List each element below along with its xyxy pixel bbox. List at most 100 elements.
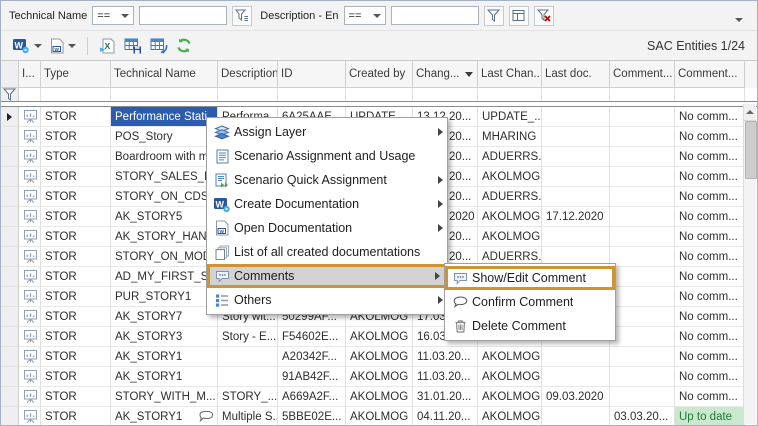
cell-technical-name[interactable]: AK_STORY5 bbox=[111, 207, 218, 227]
filter-cell-id[interactable] bbox=[278, 88, 346, 101]
cell-comment-date[interactable] bbox=[610, 227, 675, 247]
cell-icon[interactable] bbox=[19, 187, 41, 207]
cell-type[interactable]: STOR bbox=[41, 407, 111, 426]
menu-item-open-documentation[interactable]: wOpen Documentation bbox=[207, 216, 447, 240]
operator-select-description[interactable]: == bbox=[344, 6, 386, 25]
word-create-button[interactable]: W bbox=[9, 34, 45, 58]
cell-last-changed-by[interactable]: MHARING bbox=[478, 127, 542, 147]
row-indicator-cell[interactable] bbox=[1, 287, 19, 307]
word-open-button[interactable]: w bbox=[47, 34, 79, 58]
cell-type[interactable]: STOR bbox=[41, 387, 111, 407]
cell-comment-date[interactable] bbox=[610, 187, 675, 207]
cell-comment-status[interactable]: Up to date bbox=[675, 407, 745, 426]
menu-item-scenario-assignment-and-usage[interactable]: Scenario Assignment and Usage bbox=[207, 144, 447, 168]
cell-comment-status[interactable]: No comm... bbox=[675, 347, 745, 367]
cell-last-doc[interactable] bbox=[542, 187, 610, 207]
cell-technical-name[interactable]: Boardroom with m... bbox=[111, 147, 218, 167]
column-header-changed-on[interactable]: Chang... bbox=[413, 61, 478, 88]
apply-filter-button[interactable] bbox=[484, 6, 504, 26]
menu-item-delete-comment[interactable]: Delete Comment bbox=[445, 314, 615, 338]
cell-technical-name[interactable]: STORY_ON_MOD... bbox=[111, 247, 218, 267]
cell-last-changed-by[interactable]: ADUERRS... bbox=[478, 187, 542, 207]
cell-comment-date[interactable]: 03.03.20... bbox=[610, 407, 675, 426]
cell-changed-on[interactable]: 11.03.20... bbox=[413, 367, 478, 387]
cell-comment-status[interactable]: No comm... bbox=[675, 287, 745, 307]
cell-technical-name[interactable]: AK_STORY3 bbox=[111, 327, 218, 347]
cell-icon[interactable] bbox=[19, 247, 41, 267]
cell-last-changed-by[interactable]: AKOLMOG bbox=[478, 387, 542, 407]
cell-type[interactable]: STOR bbox=[41, 367, 111, 387]
cell-comment-status[interactable]: No comm... bbox=[675, 127, 745, 147]
cell-last-changed-by[interactable]: AKOLMOG bbox=[478, 347, 542, 367]
column-header-last-doc[interactable]: Last doc. bbox=[542, 61, 610, 88]
dropdown-arrow-icon[interactable] bbox=[68, 44, 76, 48]
column-header-technical-name[interactable]: Technical Name bbox=[111, 61, 218, 88]
cell-last-doc[interactable] bbox=[542, 367, 610, 387]
cell-description[interactable] bbox=[218, 367, 278, 387]
cell-technical-name[interactable]: AK_STORY1 bbox=[111, 347, 218, 367]
cell-comment-status[interactable]: No comm... bbox=[675, 247, 745, 267]
clear-filter-button[interactable] bbox=[534, 6, 554, 26]
cell-technical-name[interactable]: STORY_WITH_M... bbox=[111, 387, 218, 407]
filter-conditions-button[interactable] bbox=[232, 6, 252, 26]
row-indicator-cell[interactable] bbox=[1, 407, 19, 426]
cell-comment-date[interactable] bbox=[610, 247, 675, 267]
cell-id[interactable]: 5BBE02E... bbox=[278, 407, 346, 426]
cell-icon[interactable] bbox=[19, 147, 41, 167]
menu-item-show-edit-comment[interactable]: Show/Edit Comment bbox=[445, 266, 615, 290]
cell-comment-status[interactable]: No comm... bbox=[675, 187, 745, 207]
cell-comment-date[interactable] bbox=[610, 147, 675, 167]
cell-comment-date[interactable] bbox=[610, 287, 675, 307]
cell-last-doc[interactable] bbox=[542, 127, 610, 147]
cell-comment-status[interactable]: No comm... bbox=[675, 167, 745, 187]
cell-type[interactable]: STOR bbox=[41, 347, 111, 367]
cell-last-doc[interactable] bbox=[542, 407, 610, 426]
cell-comment-status[interactable]: No comm... bbox=[675, 207, 745, 227]
cell-technical-name[interactable]: STORY_SALES_R... bbox=[111, 167, 218, 187]
cell-id[interactable]: F54602E... bbox=[278, 327, 346, 347]
cell-type[interactable]: STOR bbox=[41, 187, 111, 207]
column-header-last-changed-by[interactable]: Last Chan... bbox=[478, 61, 542, 88]
cell-comment-status[interactable]: No comm... bbox=[675, 387, 745, 407]
cell-icon[interactable] bbox=[19, 107, 41, 127]
filter-cell-comment-status[interactable] bbox=[675, 88, 745, 101]
cell-comment-date[interactable] bbox=[610, 167, 675, 187]
filter-cell-icon[interactable] bbox=[19, 88, 41, 101]
filter-cell-last-doc[interactable] bbox=[542, 88, 610, 101]
cell-icon[interactable] bbox=[19, 307, 41, 327]
cell-last-changed-by[interactable]: AKOLMOG bbox=[478, 167, 542, 187]
cell-id[interactable]: 91AB42F... bbox=[278, 367, 346, 387]
cell-comment-status[interactable]: No comm... bbox=[675, 327, 745, 347]
column-header-comment-status[interactable]: Comment... bbox=[675, 61, 745, 88]
dropdown-arrow-icon[interactable] bbox=[34, 44, 42, 48]
table-load-button[interactable] bbox=[147, 34, 171, 58]
cell-last-changed-by[interactable]: AKOLMOG bbox=[478, 367, 542, 387]
cell-comment-status[interactable]: No comm... bbox=[675, 147, 745, 167]
cell-last-changed-by[interactable]: ADUERRS... bbox=[478, 147, 542, 167]
cell-technical-name[interactable]: STORY_ON_CDS bbox=[111, 187, 218, 207]
cell-comment-date[interactable] bbox=[610, 387, 675, 407]
cell-comment-status[interactable]: No comm... bbox=[675, 107, 745, 127]
cell-icon[interactable] bbox=[19, 267, 41, 287]
cell-comment-status[interactable]: No comm... bbox=[675, 367, 745, 387]
cell-created-by[interactable]: AKOLMOG bbox=[346, 387, 413, 407]
column-header-type[interactable]: Type bbox=[41, 61, 111, 88]
row-indicator-cell[interactable] bbox=[1, 367, 19, 387]
row-indicator-header[interactable] bbox=[1, 61, 19, 88]
cell-comment-date[interactable] bbox=[610, 307, 675, 327]
filter-cell-comment-date[interactable] bbox=[610, 88, 675, 101]
cell-type[interactable]: STOR bbox=[41, 267, 111, 287]
filter-cell-technical-name[interactable] bbox=[111, 88, 218, 101]
menu-item-confirm-comment[interactable]: Confirm Comment bbox=[445, 290, 615, 314]
operator-select-technical-name[interactable]: == bbox=[92, 6, 134, 25]
menu-item-assign-layer[interactable]: Assign Layer bbox=[207, 120, 447, 144]
cell-icon[interactable] bbox=[19, 407, 41, 426]
menu-item-scenario-quick-assignment[interactable]: Scenario Quick Assignment bbox=[207, 168, 447, 192]
column-header-icon[interactable]: I... bbox=[19, 61, 41, 88]
cell-id[interactable]: A669A2F... bbox=[278, 387, 346, 407]
row-indicator-cell[interactable] bbox=[1, 167, 19, 187]
cell-technical-name[interactable]: AK_STORY7 bbox=[111, 307, 218, 327]
row-indicator-cell[interactable] bbox=[1, 387, 19, 407]
row-indicator-cell[interactable] bbox=[1, 207, 19, 227]
row-indicator-cell[interactable] bbox=[1, 107, 19, 127]
